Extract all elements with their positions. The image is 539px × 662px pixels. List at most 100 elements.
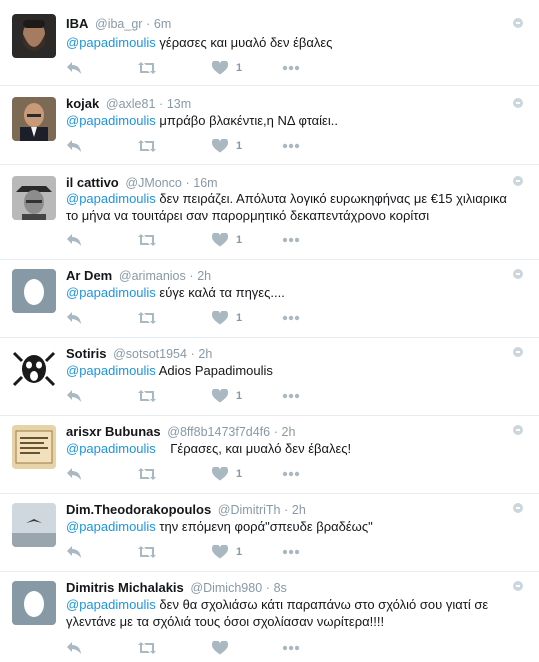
like-button[interactable]: 1	[212, 60, 242, 76]
mention-link[interactable]: @papadimoulis	[66, 519, 156, 534]
reply-button[interactable]	[66, 544, 82, 560]
timestamp[interactable]: 6m	[154, 17, 171, 31]
avatar[interactable]	[12, 425, 56, 469]
more-button[interactable]	[282, 544, 300, 560]
avatar[interactable]	[12, 347, 56, 391]
display-name[interactable]: Sotiris	[66, 346, 106, 361]
retweet-button[interactable]	[138, 310, 156, 326]
reply-button[interactable]	[66, 310, 82, 326]
retweet-button[interactable]	[138, 388, 156, 404]
display-name[interactable]: il cattivo	[66, 175, 119, 190]
username[interactable]: @8ff8b1473f7d4f6	[167, 425, 270, 439]
like-button[interactable]: 1	[212, 232, 242, 248]
more-button[interactable]	[282, 60, 300, 76]
timestamp[interactable]: 2h	[292, 503, 306, 517]
timestamp[interactable]: 2h	[282, 425, 296, 439]
display-name[interactable]: IBA	[66, 16, 88, 31]
retweet-button[interactable]	[138, 466, 156, 482]
display-name[interactable]: kojak	[66, 96, 99, 111]
more-dots-icon	[282, 549, 300, 555]
reply-button[interactable]	[66, 640, 82, 656]
tweet[interactable]: arisxr Bubunas @8ff8b1473f7d4f6 · 2h @pa…	[0, 416, 539, 494]
display-name[interactable]: arisxr Bubunas	[66, 424, 161, 439]
caret-down-icon[interactable]	[513, 581, 523, 591]
avatar[interactable]	[12, 269, 56, 313]
reply-button[interactable]	[66, 466, 82, 482]
mention-link[interactable]: @papadimoulis	[66, 35, 156, 50]
retweet-button[interactable]	[138, 138, 156, 154]
timestamp[interactable]: 13m	[167, 97, 191, 111]
avatar[interactable]	[12, 14, 56, 58]
mention-link[interactable]: @papadimoulis	[66, 191, 156, 206]
caret-down-icon[interactable]	[513, 98, 523, 108]
display-name[interactable]: Dimitris Michalakis	[66, 580, 184, 595]
like-button[interactable]: 1	[212, 466, 242, 482]
display-name[interactable]: Ar Dem	[66, 268, 112, 283]
caret-down-icon[interactable]	[513, 176, 523, 186]
tweet[interactable]: Dim.Theodorakopoulos @DimitriTh · 2h @pa…	[0, 494, 539, 572]
timestamp[interactable]: 8s	[274, 581, 287, 595]
username[interactable]: @sotsot1954	[113, 347, 187, 361]
avatar[interactable]	[12, 176, 56, 220]
caret-down-icon[interactable]	[513, 18, 523, 28]
display-name[interactable]: Dim.Theodorakopoulos	[66, 502, 211, 517]
more-button[interactable]	[282, 640, 300, 656]
more-button[interactable]	[282, 232, 300, 248]
like-button[interactable]: 1	[212, 388, 242, 404]
reply-button[interactable]	[66, 138, 82, 154]
username[interactable]: @Dimich980	[190, 581, 262, 595]
tweet[interactable]: kojak @axle81 · 13m @papadimoulis μπράβο…	[0, 86, 539, 165]
mention-link[interactable]: @papadimoulis	[66, 441, 156, 456]
username[interactable]: @arimanios	[119, 269, 186, 283]
mention-link[interactable]: @papadimoulis	[66, 363, 156, 378]
timestamp[interactable]: 16m	[193, 176, 217, 190]
caret-down-icon[interactable]	[513, 347, 523, 357]
username[interactable]: @DimitriTh	[218, 503, 281, 517]
more-button[interactable]	[282, 466, 300, 482]
avatar[interactable]	[12, 503, 56, 547]
like-button[interactable]: 1	[212, 138, 242, 154]
mention-link[interactable]: @papadimoulis	[66, 597, 156, 612]
separator-dot: ·	[189, 269, 194, 283]
more-button[interactable]	[282, 388, 300, 404]
more-button[interactable]	[282, 138, 300, 154]
username[interactable]: @JMonco	[125, 176, 181, 190]
like-count: 1	[236, 234, 243, 246]
mention-link[interactable]: @papadimoulis	[66, 285, 156, 300]
reply-button[interactable]	[66, 232, 82, 248]
tweet-actions: 1	[66, 232, 526, 248]
reply-icon	[67, 546, 81, 558]
username[interactable]: @axle81	[106, 97, 156, 111]
retweet-button[interactable]	[138, 544, 156, 560]
tweet[interactable]: il cattivo @JMonco · 16m @papadimoulis δ…	[0, 165, 539, 260]
tweet[interactable]: Dimitris Michalakis @Dimich980 · 8s @pap…	[0, 572, 539, 662]
tweet-body: μπράβο βλακέντιε,η ΝΔ φταίει..	[155, 113, 338, 128]
retweet-icon	[138, 140, 156, 152]
tweet[interactable]: IBA @iba_gr · 6m @papadimoulis γέρασες κ…	[0, 0, 539, 86]
tweet[interactable]: Sotiris @sotsot1954 · 2h @papadimoulis A…	[0, 338, 539, 416]
like-count: 1	[236, 546, 243, 558]
retweet-button[interactable]	[138, 232, 156, 248]
tweet[interactable]: Ar Dem @arimanios · 2h @papadimoulis εύγ…	[0, 260, 539, 338]
reply-button[interactable]	[66, 388, 82, 404]
like-button[interactable]	[212, 640, 236, 656]
more-button[interactable]	[282, 310, 300, 326]
caret-down-icon[interactable]	[513, 503, 523, 513]
more-dots-icon	[282, 65, 300, 71]
retweet-button[interactable]	[138, 640, 156, 656]
timestamp[interactable]: 2h	[198, 347, 212, 361]
mention-link[interactable]: @papadimoulis	[66, 113, 156, 128]
caret-down-icon[interactable]	[513, 425, 523, 435]
avatar[interactable]	[12, 581, 56, 625]
like-button[interactable]: 1	[212, 544, 242, 560]
avatar[interactable]	[12, 97, 56, 141]
like-button[interactable]: 1	[212, 310, 242, 326]
tweet-text: @papadimoulis Γέρασες, και μυαλό δεν έβα…	[66, 440, 518, 457]
retweet-button[interactable]	[138, 60, 156, 76]
reply-button[interactable]	[66, 60, 82, 76]
caret-down-icon[interactable]	[513, 269, 523, 279]
username[interactable]: @iba_gr	[95, 17, 142, 31]
tweet-actions: 1	[66, 138, 526, 154]
heart-icon	[212, 233, 228, 247]
timestamp[interactable]: 2h	[197, 269, 211, 283]
